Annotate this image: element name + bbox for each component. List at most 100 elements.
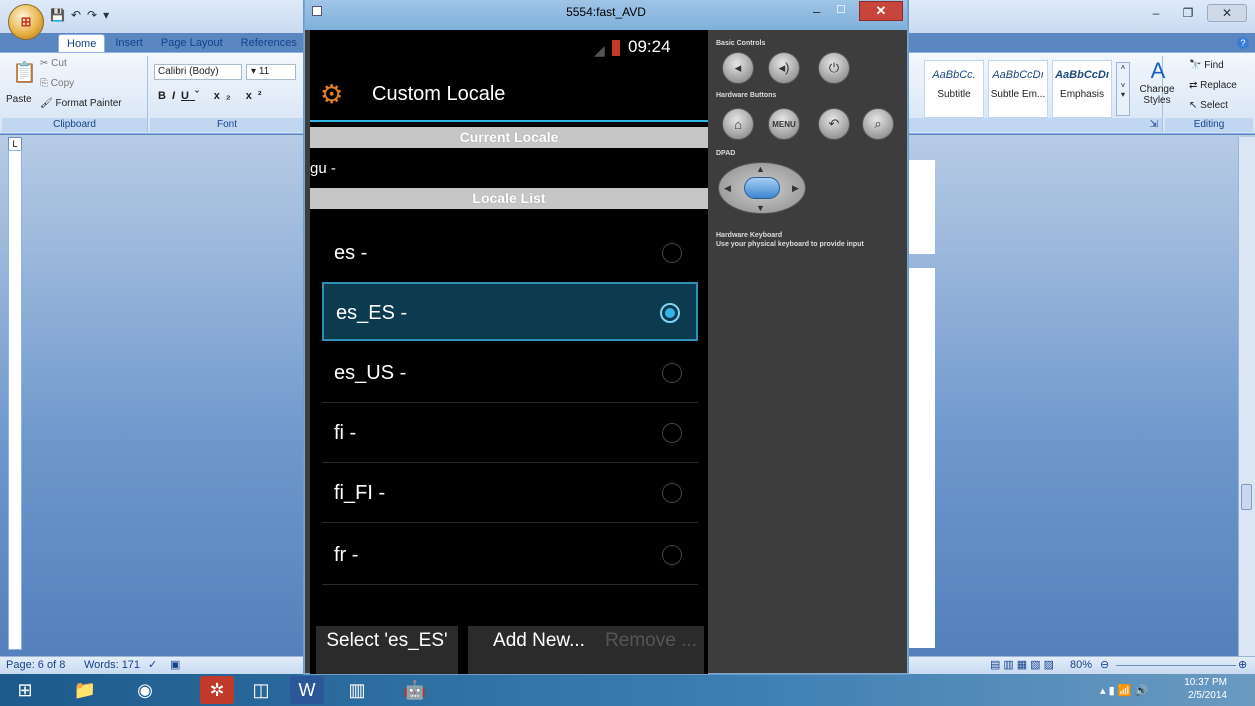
- volume-icon: 🔊: [1134, 685, 1149, 697]
- dpad-left-icon[interactable]: ◀: [724, 183, 731, 194]
- macro-icon[interactable]: ▣: [170, 658, 180, 671]
- scroll-thumb[interactable]: [1241, 484, 1252, 510]
- view-buttons[interactable]: ▤▥▦▧▨: [990, 658, 1057, 671]
- dpad-right-icon[interactable]: ▶: [792, 183, 799, 194]
- close-icon[interactable]: ✕: [1207, 4, 1247, 22]
- radio-button-checked[interactable]: [660, 303, 680, 323]
- redo-icon[interactable]: ↷: [87, 8, 97, 22]
- find-button[interactable]: 🔭 Find: [1189, 60, 1224, 71]
- locale-list-header: Locale List: [310, 188, 708, 209]
- style-subtitle[interactable]: AaBbCc. Subtitle: [924, 60, 984, 118]
- radio-button[interactable]: [662, 363, 682, 383]
- dpad-down-icon[interactable]: ▼: [756, 203, 765, 213]
- chevron-up-icon: ▴: [1100, 685, 1106, 697]
- emulator-app-icon[interactable]: [312, 6, 322, 16]
- paste-button[interactable]: Paste: [6, 94, 32, 105]
- menu-button[interactable]: MENU: [768, 108, 800, 140]
- clipboard-label: Clipboard: [2, 118, 147, 132]
- zoom-in-icon[interactable]: ⊕: [1238, 658, 1247, 671]
- font-size-select[interactable]: ▾ 11: [246, 64, 296, 80]
- word-count[interactable]: Words: 171: [84, 659, 140, 671]
- copy-button[interactable]: ⎘ Copy: [40, 78, 74, 89]
- locale-row[interactable]: fi_FI -: [322, 464, 698, 523]
- cursor-icon: ↖: [1189, 100, 1201, 111]
- virtualbox-icon[interactable]: ◫: [244, 676, 278, 704]
- dpad-up-icon[interactable]: ▲: [756, 164, 765, 174]
- power-icon[interactable]: ⏻: [818, 52, 850, 84]
- font-name-select[interactable]: Calibri (Body): [154, 64, 242, 80]
- styles-label: ⇲: [908, 118, 1162, 132]
- paste-icon[interactable]: 📋: [12, 60, 37, 85]
- android-status-bar: ◢ 09:24: [310, 30, 708, 66]
- office-button[interactable]: ⊞: [8, 4, 44, 40]
- radio-button[interactable]: [662, 483, 682, 503]
- locale-row[interactable]: es_US -: [322, 344, 698, 403]
- help-icon[interactable]: ?: [1237, 37, 1249, 49]
- dialog-launcher-icon[interactable]: ⇲: [1150, 118, 1158, 132]
- tab-selector[interactable]: L: [8, 137, 22, 151]
- close-icon[interactable]: ✕: [859, 1, 903, 21]
- chrome-icon[interactable]: ◉: [128, 676, 162, 704]
- format-painter-button[interactable]: 🖌 Format Painter: [40, 98, 122, 109]
- tab-home[interactable]: Home: [58, 34, 106, 53]
- radio-button[interactable]: [662, 423, 682, 443]
- word-taskbar-icon[interactable]: W: [290, 676, 324, 704]
- minimize-icon[interactable]: –: [813, 4, 820, 19]
- tab-page-layout[interactable]: Page Layout: [153, 34, 231, 53]
- emulator-taskbar-icon[interactable]: ▥: [340, 676, 374, 704]
- style-subtle-emphasis[interactable]: AaBbCcDı Subtle Em...: [988, 60, 1048, 118]
- dpad-center-button[interactable]: [744, 177, 780, 199]
- undo-icon[interactable]: ↶: [71, 8, 81, 22]
- maximize-icon[interactable]: ☐: [836, 3, 846, 16]
- editing-group: 🔭 Find ⇄ Replace ↖ Select Editing: [1165, 56, 1253, 132]
- document-page[interactable]: [905, 268, 935, 648]
- customize-qat-icon[interactable]: ▾: [103, 8, 109, 22]
- restore-icon[interactable]: ❐: [1175, 4, 1201, 22]
- tab-insert[interactable]: Insert: [107, 34, 151, 53]
- home-icon[interactable]: ⌂: [722, 108, 754, 140]
- android-icon[interactable]: 🤖: [398, 676, 432, 704]
- replace-button[interactable]: ⇄ Replace: [1189, 80, 1237, 91]
- locale-row[interactable]: fi -: [322, 404, 698, 463]
- font-label: Font: [150, 118, 304, 132]
- volume-up-icon[interactable]: ◂): [768, 52, 800, 84]
- vertical-scrollbar[interactable]: [1238, 137, 1255, 656]
- save-icon[interactable]: 💾: [50, 8, 65, 22]
- windows-start-icon[interactable]: ⊞: [8, 676, 42, 704]
- zoom-out-icon[interactable]: ⊖: [1100, 658, 1109, 671]
- volume-down-icon[interactable]: ◂: [722, 52, 754, 84]
- cut-button[interactable]: ✂ Cut: [40, 58, 67, 69]
- page-count[interactable]: Page: 6 of 8: [6, 659, 65, 671]
- select-button[interactable]: ↖ Select: [1189, 100, 1228, 111]
- locale-row[interactable]: fr -: [322, 526, 698, 585]
- tab-references[interactable]: References: [233, 34, 305, 53]
- remove-button[interactable]: Remove ...: [598, 626, 704, 674]
- style-emphasis[interactable]: AaBbCcDı Emphasis: [1052, 60, 1112, 118]
- proofing-icon[interactable]: ✓: [148, 658, 157, 671]
- minimize-icon[interactable]: –: [1143, 4, 1169, 22]
- zoom-level[interactable]: 80%: [1070, 659, 1092, 671]
- brush-icon: 🖌: [40, 98, 56, 109]
- radio-button[interactable]: [662, 243, 682, 263]
- clock-date[interactable]: 2/5/2014: [1188, 690, 1227, 701]
- file-explorer-icon[interactable]: 📁: [68, 676, 102, 704]
- add-new-button[interactable]: Add New...: [468, 626, 610, 674]
- clock-time[interactable]: 10:37 PM: [1184, 677, 1227, 688]
- locale-row-selected[interactable]: es_ES -: [322, 282, 698, 341]
- chevron-down-icon: ▾: [251, 66, 259, 77]
- tray-icons[interactable]: ▴ ▮ 📶 🔊: [1100, 684, 1148, 697]
- back-icon[interactable]: ↶: [818, 108, 850, 140]
- copy-icon: ⎘: [40, 78, 51, 89]
- current-locale-value: gu -: [310, 160, 336, 177]
- radio-button[interactable]: [662, 545, 682, 565]
- xampp-icon[interactable]: ✲: [200, 676, 234, 704]
- styles-scroll[interactable]: ˄ ˅ ▾: [1116, 62, 1130, 116]
- basic-controls-label: Basic Controls: [716, 40, 766, 47]
- font-format-buttons[interactable]: BIUˇ x₂ x²: [158, 90, 268, 102]
- hardware-buttons-label: Hardware Buttons: [716, 92, 777, 99]
- zoom-slider[interactable]: [1116, 665, 1236, 666]
- locale-row[interactable]: es -: [322, 224, 698, 283]
- search-icon[interactable]: ⌕: [862, 108, 894, 140]
- select-locale-button[interactable]: Select 'es_ES': [316, 626, 458, 674]
- document-page[interactable]: [905, 160, 935, 254]
